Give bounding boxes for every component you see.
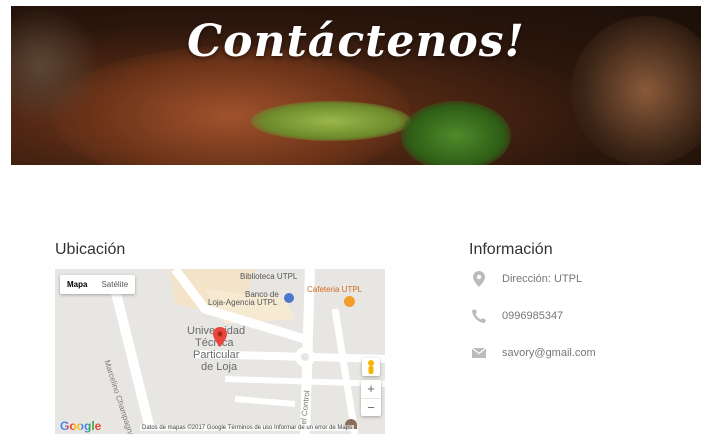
phone-icon [470,308,488,324]
info-item-address: Dirección: UTPL [470,271,582,287]
location-pin-icon [470,271,488,287]
map-footer[interactable]: Datos de mapas ©2017 Google Términos de … [140,425,355,431]
info-item-phone: 0996985347 [470,308,563,324]
bank-icon[interactable] [284,293,294,303]
location-heading: Ubicación [55,241,126,258]
cafe-icon[interactable] [344,296,355,307]
map-pin-icon[interactable] [213,327,227,347]
map-label-cafeteria: Cafeteria UTPL [307,285,363,294]
google-logo[interactable]: Google [60,419,101,433]
map-label-banco-2: Loja-Agencia UTPL [208,298,278,307]
map-label-university-3: Particular [193,349,240,361]
zoom-in-button[interactable]: + [361,380,381,398]
map-label-biblioteca: Biblioteca UTPL [240,272,298,281]
hero-banner: Contáctenos! [11,6,701,165]
map-type-button[interactable]: Mapa [60,275,94,294]
zoom-control: + − [361,380,381,416]
street-view-pegman-icon[interactable] [362,358,380,376]
map-label-university-4: de Loja [201,361,238,373]
info-heading: Información [469,241,553,258]
zoom-out-button[interactable]: − [361,398,381,416]
info-item-email: savory@gmail.com [470,345,596,361]
satellite-type-button[interactable]: Satélite [94,275,135,294]
map-type-control[interactable]: Mapa Satélite [60,275,136,294]
envelope-icon [470,345,488,361]
phone-text: 0996985347 [502,310,564,322]
contact-page: Contáctenos! Ubicación Mapa Satélite Bib… [0,0,701,434]
email-text[interactable]: savory@gmail.com [502,347,596,359]
address-text: Dirección: UTPL [502,273,583,285]
hero-title: Contáctenos! [187,16,525,67]
google-map[interactable]: Mapa Satélite Biblioteca UTPL Banco de L… [55,269,385,434]
